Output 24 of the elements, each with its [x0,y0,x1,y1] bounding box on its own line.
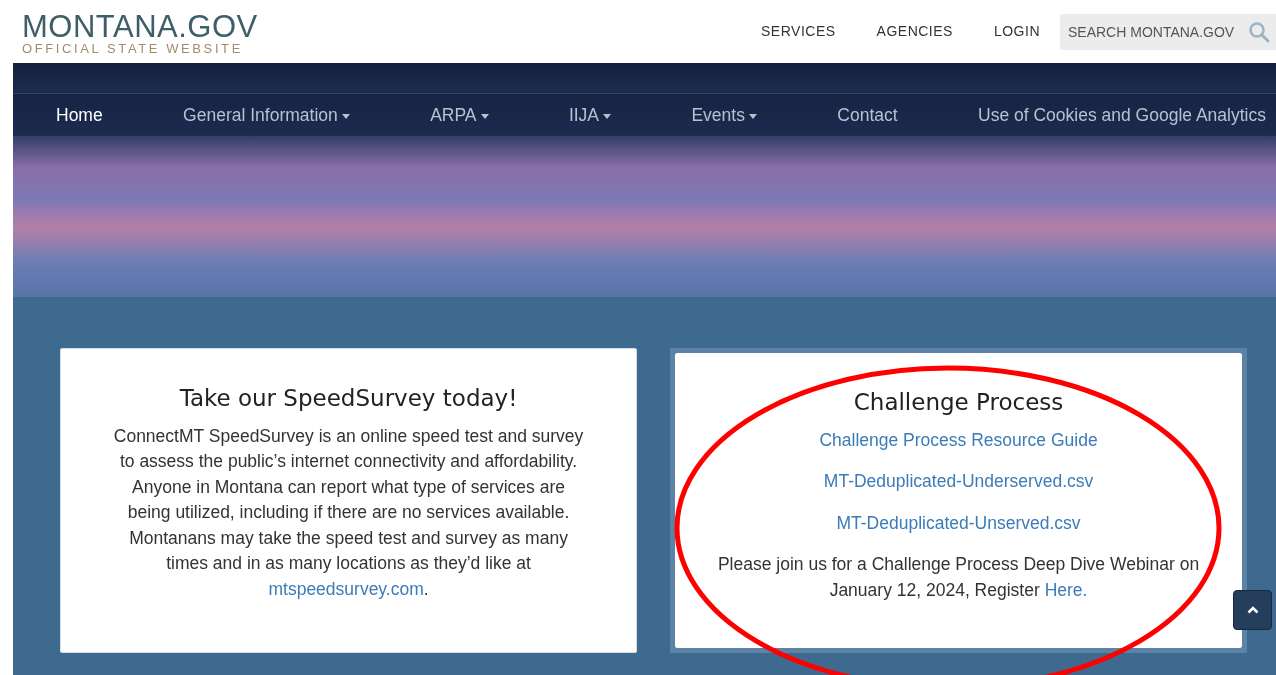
link[interactable]: Challenge Process Resource Guide [819,429,1098,450]
nav-item[interactable]: Contact [837,101,898,129]
header-link[interactable]: AGENCIES [876,21,953,42]
paragraph: Please join us for a Challenge Process Deep Dive Webinar on January 12, 2024, Register Here. [716,553,1201,602]
search-field[interactable]: SEARCH MONTANA.GOV [1060,13,1276,50]
card-title: Take our SpeedSurvey today! [178,384,519,413]
scroll-top-button[interactable] [1233,590,1272,630]
logo-title[interactable]: MONTANA.GOV [22,11,258,42]
nav-item[interactable]: ARPA [430,101,489,129]
link[interactable]: MT-Deduplicated-Underserved.csv [823,471,1094,491]
link[interactable]: mtspeedsurvey.com [268,578,424,599]
nav-item[interactable]: Use of Cookies and Google Analytics [978,101,1266,129]
link[interactable]: MT-Deduplicated-Unserved.csv [836,512,1081,533]
nav-item[interactable]: Events [691,101,757,129]
header-link[interactable]: SERVICES [761,21,836,42]
nav-item[interactable]: IIJA [568,101,612,129]
card-title: Challenge Process [852,388,1065,417]
header-link[interactable]: LOGIN [993,21,1040,42]
link[interactable]: Here. [1044,579,1088,600]
paragraph: ConnectMT SpeedSurvey is an online speed test and survey to assess the public’s internet connectivity and affordability. Anyone in Montana can report what type of services are being utilized, including if there are no services available. Montanans may take the speed test and survey as many times and in as many locations as they’d like at mtspeedsurvey.com. [112,424,585,601]
nav-item[interactable]: Home [56,101,103,129]
chevron-up-icon [1246,606,1259,614]
nav-item[interactable]: General Information [183,101,350,129]
logo-subtitle: OFFICIAL STATE WEBSITE [22,41,244,56]
